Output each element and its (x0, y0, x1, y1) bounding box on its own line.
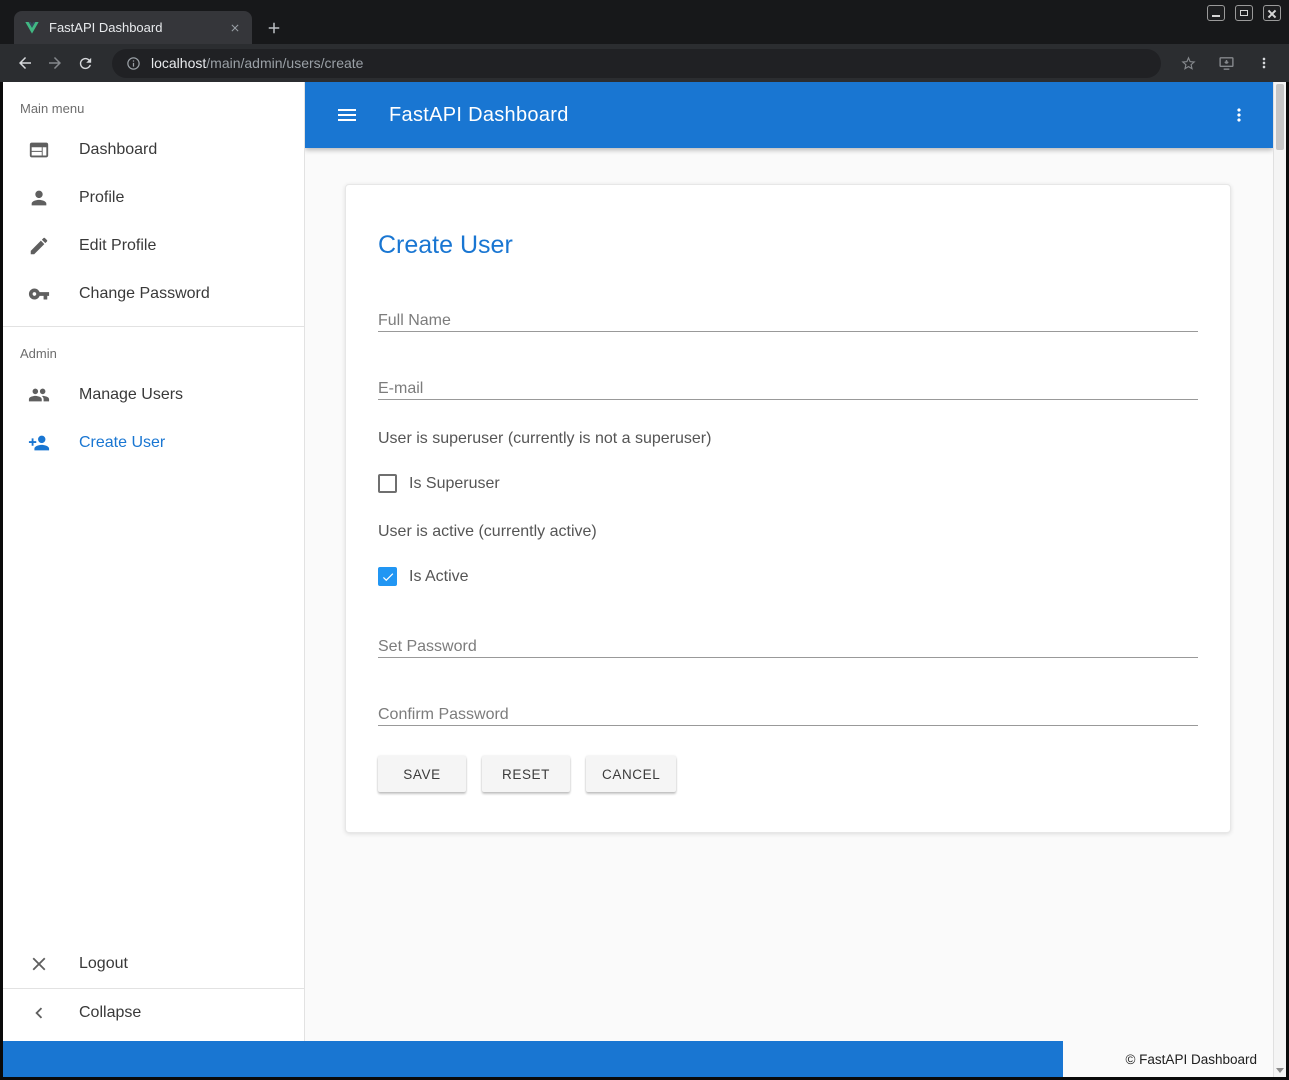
back-button[interactable] (10, 48, 40, 78)
key-icon (27, 282, 51, 306)
sidebar-item-change-password[interactable]: Change Password (3, 270, 304, 318)
footer: © FastAPI Dashboard (3, 1041, 1273, 1077)
form-actions: SAVE RESET CANCEL (378, 756, 1198, 792)
vue-favicon-icon (24, 20, 40, 36)
browser-toolbar: localhost/main/admin/users/create (0, 44, 1289, 82)
hamburger-menu-button[interactable] (327, 95, 367, 135)
email-input[interactable] (378, 378, 1198, 400)
full-name-input[interactable] (378, 310, 1198, 332)
sidebar-item-manage-users[interactable]: Manage Users (3, 371, 304, 419)
sidebar-section-header-main: Main menu (3, 82, 304, 126)
content-area: Create User User is superuser (currently… (305, 184, 1273, 1077)
person-icon (27, 186, 51, 210)
reset-button[interactable]: RESET (482, 756, 570, 792)
sidebar-item-profile[interactable]: Profile (3, 174, 304, 222)
superuser-checkbox-label: Is Superuser (409, 475, 500, 493)
checkmark-icon (381, 570, 395, 584)
chevron-left-icon (27, 1001, 51, 1025)
sidebar-section-header-admin: Admin (3, 327, 304, 371)
active-checkbox-label: Is Active (409, 568, 469, 586)
appbar-menu-button[interactable] (1219, 95, 1259, 135)
superuser-checkbox-row[interactable]: Is Superuser (378, 474, 1198, 493)
scrollbar[interactable] (1273, 82, 1286, 1077)
toolbar-actions (1173, 48, 1279, 78)
sidebar-spacer (3, 467, 304, 940)
footer-copyright: © FastAPI Dashboard (1063, 1041, 1273, 1077)
group-icon (27, 383, 51, 407)
maximize-button[interactable] (1235, 5, 1253, 21)
browser-tab[interactable]: FastAPI Dashboard (14, 11, 252, 44)
sidebar-item-label: Change Password (79, 285, 210, 303)
pencil-icon (27, 234, 51, 258)
bookmark-star-button[interactable] (1173, 48, 1203, 78)
reload-button[interactable] (70, 48, 100, 78)
active-note: User is active (currently active) (378, 523, 1198, 541)
forward-button[interactable] (40, 48, 70, 78)
main-area: FastAPI Dashboard Create User User is su… (305, 82, 1273, 1077)
page: Main menu Dashboard Profile Edit Profile (3, 82, 1286, 1077)
sidebar-item-label: Create User (79, 434, 165, 452)
superuser-note: User is superuser (currently is not a su… (378, 430, 1198, 448)
sidebar-item-create-user[interactable]: Create User (3, 419, 304, 467)
address-bar[interactable]: localhost/main/admin/users/create (112, 49, 1161, 78)
sidebar: Main menu Dashboard Profile Edit Profile (3, 82, 305, 1077)
page-title: Create User (378, 231, 1198, 260)
tab-close-button[interactable] (226, 19, 244, 37)
url-host: localhost (151, 55, 206, 71)
appbar-title: FastAPI Dashboard (389, 104, 569, 127)
scrollbar-thumb[interactable] (1276, 84, 1284, 150)
close-icon (27, 952, 51, 976)
create-user-card: Create User User is superuser (currently… (345, 184, 1231, 833)
sidebar-item-collapse[interactable]: Collapse (3, 989, 304, 1037)
person-add-icon (27, 431, 51, 455)
sidebar-item-dashboard[interactable]: Dashboard (3, 126, 304, 174)
window-controls (1207, 5, 1281, 21)
active-checkbox[interactable] (378, 567, 397, 586)
browser-window: FastAPI Dashboard localhost/m (0, 0, 1289, 1080)
active-checkbox-row[interactable]: Is Active (378, 567, 1198, 586)
new-tab-button[interactable] (262, 16, 286, 40)
browser-titlebar: FastAPI Dashboard (0, 0, 1289, 44)
url-path: /main/admin/users/create (206, 55, 363, 71)
minimize-button[interactable] (1207, 5, 1225, 21)
save-button[interactable]: SAVE (378, 756, 466, 792)
url-text: localhost/main/admin/users/create (151, 55, 363, 71)
sidebar-item-label: Dashboard (79, 141, 157, 159)
sidebar-item-edit-profile[interactable]: Edit Profile (3, 222, 304, 270)
confirm-password-input[interactable] (378, 704, 1198, 726)
cancel-button[interactable]: CANCEL (586, 756, 676, 792)
sidebar-item-label: Logout (79, 955, 128, 973)
sidebar-item-label: Profile (79, 189, 124, 207)
dashboard-icon (27, 138, 51, 162)
sidebar-item-label: Edit Profile (79, 237, 156, 255)
window-close-button[interactable] (1263, 5, 1281, 21)
sidebar-item-label: Collapse (79, 1004, 141, 1022)
sidebar-item-label: Manage Users (79, 386, 183, 404)
browser-menu-button[interactable] (1249, 48, 1279, 78)
scroll-down-icon[interactable] (1276, 1068, 1284, 1073)
tab-title: FastAPI Dashboard (49, 20, 226, 35)
superuser-checkbox[interactable] (378, 474, 397, 493)
set-password-input[interactable] (378, 636, 1198, 658)
site-info-icon[interactable] (126, 56, 141, 71)
install-app-button[interactable] (1211, 48, 1241, 78)
appbar: FastAPI Dashboard (305, 82, 1273, 148)
sidebar-item-logout[interactable]: Logout (3, 940, 304, 988)
